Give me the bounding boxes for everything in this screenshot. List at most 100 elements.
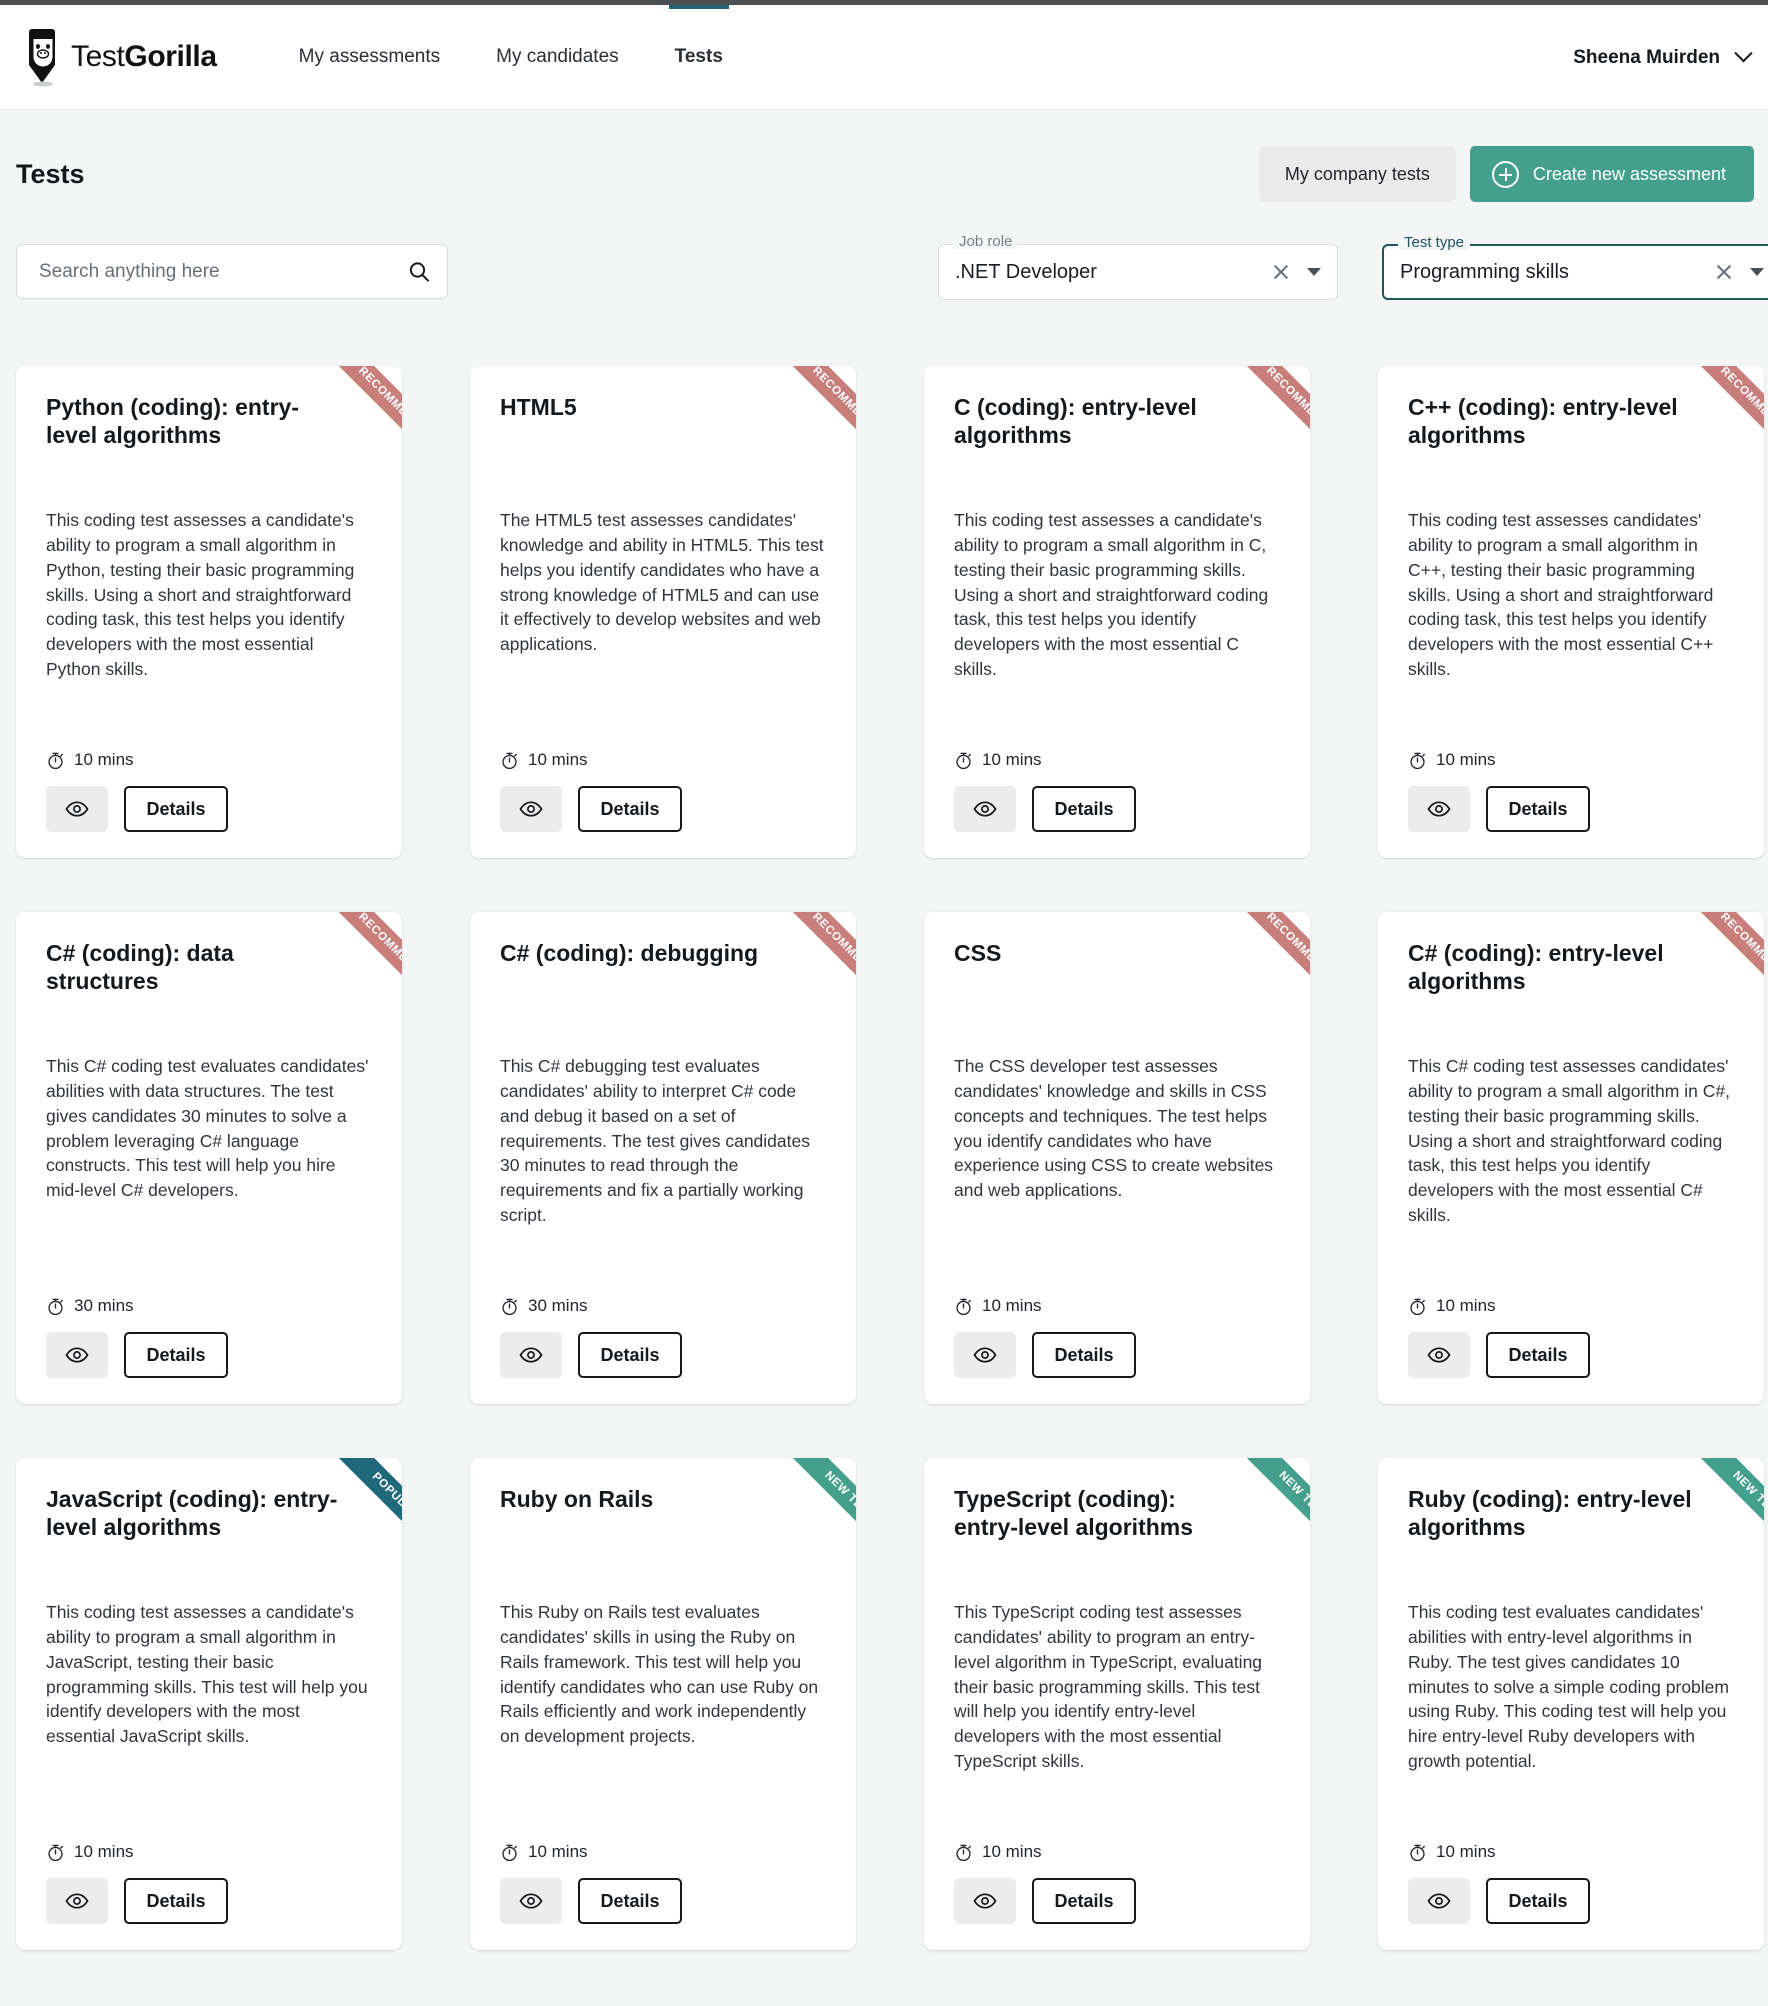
eye-icon: [518, 796, 544, 822]
test-card-duration: 10 mins: [1408, 750, 1734, 770]
brand-name-bold: Gorilla: [124, 40, 217, 73]
preview-test-button[interactable]: [500, 786, 562, 832]
test-card-description: This C# debugging test evaluates candida…: [500, 1056, 810, 1226]
test-card-actions: Details: [46, 786, 372, 832]
test-card[interactable]: RECOMMENDED C (coding): entry-level algor…: [924, 366, 1310, 858]
create-new-assessment-button[interactable]: Create new assessment: [1469, 146, 1754, 202]
stopwatch-icon: [1408, 1843, 1427, 1862]
test-card[interactable]: POPULAR JavaScript (coding): entry-level …: [16, 1458, 402, 1950]
test-details-button[interactable]: Details: [1486, 1332, 1590, 1378]
duration-label: 10 mins: [982, 1842, 1042, 1861]
stopwatch-icon: [1408, 751, 1427, 770]
eye-icon: [64, 1888, 90, 1914]
test-card-actions: Details: [500, 786, 826, 832]
test-details-button[interactable]: Details: [1486, 1878, 1590, 1924]
nav-item-my-assessments[interactable]: My assessments: [299, 5, 440, 110]
preview-test-button[interactable]: [500, 1878, 562, 1924]
test-card-duration: 10 mins: [500, 750, 826, 770]
brand-name-light: Test: [71, 40, 125, 73]
eye-icon: [518, 1888, 544, 1914]
test-card-description: This TypeScript coding test assesses can…: [954, 1602, 1263, 1772]
test-card-title: C# (coding): data structures: [46, 940, 234, 995]
preview-test-button[interactable]: [46, 1878, 108, 1924]
search-box[interactable]: [16, 244, 448, 299]
test-card-actions: Details: [46, 1332, 372, 1378]
test-card[interactable]: RECOMMENDED HTML5 The HTML5 test assesses …: [470, 366, 856, 858]
test-details-button[interactable]: Details: [124, 1332, 228, 1378]
test-card-duration: 10 mins: [954, 1842, 1280, 1862]
job-role-chevron-down-icon[interactable]: [1307, 268, 1321, 276]
test-card[interactable]: RECOMMENDED C# (coding): entry-level algo…: [1378, 912, 1764, 1404]
preview-test-button[interactable]: [954, 1878, 1016, 1924]
test-details-button[interactable]: Details: [1032, 786, 1136, 832]
test-cards-grid: RECOMMENDED Python (coding): entry-level …: [14, 304, 1764, 1990]
test-type-chevron-down-icon[interactable]: [1750, 268, 1764, 276]
duration-label: 30 mins: [74, 1296, 134, 1315]
test-card-duration: 10 mins: [46, 1842, 372, 1862]
test-card[interactable]: RECOMMENDED Python (coding): entry-level …: [16, 366, 402, 858]
test-card-description: This coding test assesses a candidate's …: [954, 510, 1269, 680]
job-role-clear-icon[interactable]: [1271, 262, 1291, 282]
job-role-select[interactable]: Job role .NET Developer: [938, 234, 1338, 300]
test-details-button[interactable]: Details: [124, 786, 228, 832]
preview-test-button[interactable]: [1408, 1332, 1470, 1378]
test-card-title: C# (coding): debugging: [500, 940, 759, 966]
test-card-title: CSS: [954, 940, 1002, 966]
test-details-button[interactable]: Details: [578, 1332, 682, 1378]
duration-label: 10 mins: [982, 750, 1042, 769]
test-card[interactable]: RECOMMENDED C# (coding): debugging This C#…: [470, 912, 856, 1404]
duration-label: 30 mins: [528, 1296, 588, 1315]
duration-label: 10 mins: [1436, 750, 1496, 769]
test-type-value: Programming skills: [1400, 260, 1569, 283]
test-card-actions: Details: [954, 1332, 1280, 1378]
brand-name: TestGorilla: [71, 40, 217, 74]
job-role-value: .NET Developer: [955, 260, 1097, 283]
preview-test-button[interactable]: [954, 1332, 1016, 1378]
test-card[interactable]: RECOMMENDED C# (coding): data structures T…: [16, 912, 402, 1404]
test-type-select[interactable]: Test type Programming skills: [1382, 235, 1768, 300]
preview-test-button[interactable]: [46, 786, 108, 832]
test-details-button[interactable]: Details: [578, 1878, 682, 1924]
user-menu[interactable]: Sheena Muirden: [1573, 5, 1753, 110]
nav-item-my-candidates[interactable]: My candidates: [496, 5, 619, 110]
test-card-title: Ruby on Rails: [500, 1486, 654, 1512]
test-card[interactable]: NEW TEST Ruby (coding): entry-level algor…: [1378, 1458, 1764, 1950]
stopwatch-icon: [954, 1297, 973, 1316]
preview-test-button[interactable]: [1408, 1878, 1470, 1924]
my-company-tests-button[interactable]: My company tests: [1258, 146, 1456, 202]
test-details-button[interactable]: Details: [124, 1878, 228, 1924]
create-new-assessment-label: Create new assessment: [1532, 163, 1726, 184]
test-card-title: C# (coding): entry-level algorithms: [1408, 940, 1664, 995]
eye-icon: [972, 1342, 998, 1368]
test-card-actions: Details: [1408, 1878, 1734, 1924]
eye-icon: [972, 796, 998, 822]
preview-test-button[interactable]: [954, 786, 1016, 832]
search-input[interactable]: [37, 259, 407, 284]
test-details-button[interactable]: Details: [1032, 1332, 1136, 1378]
page-body: Tests My company tests Create new assess…: [0, 110, 1768, 1990]
brand-logo-link[interactable]: TestGorilla: [22, 26, 217, 88]
nav-item-tests[interactable]: Tests: [668, 4, 730, 110]
test-details-button[interactable]: Details: [1032, 1878, 1136, 1924]
test-details-button[interactable]: Details: [1486, 786, 1590, 832]
preview-test-button[interactable]: [1408, 786, 1470, 832]
search-icon[interactable]: [407, 260, 431, 284]
preview-test-button[interactable]: [500, 1332, 562, 1378]
eye-icon: [64, 796, 90, 822]
test-card[interactable]: NEW TEST Ruby on Rails This Ruby on Rails …: [470, 1458, 856, 1950]
test-card-actions: Details: [46, 1878, 372, 1924]
test-type-clear-icon[interactable]: [1714, 262, 1734, 282]
preview-test-button[interactable]: [46, 1332, 108, 1378]
test-card[interactable]: RECOMMENDED C++ (coding): entry-level alg…: [1378, 366, 1764, 858]
test-card-actions: Details: [1408, 1332, 1734, 1378]
test-card[interactable]: RECOMMENDED CSS The CSS developer test ass…: [924, 912, 1310, 1404]
primary-nav: My assessments My candidates Tests: [299, 4, 779, 110]
test-details-button[interactable]: Details: [578, 786, 682, 832]
test-card-duration: 10 mins: [954, 1296, 1280, 1316]
test-card-title: HTML5: [500, 394, 577, 420]
test-card[interactable]: NEW TEST TypeScript (coding): entry-level…: [924, 1458, 1310, 1950]
stopwatch-icon: [500, 751, 519, 770]
duration-label: 10 mins: [528, 750, 588, 769]
test-type-label: Test type: [1398, 235, 1471, 250]
plus-circle-icon: [1491, 160, 1519, 188]
